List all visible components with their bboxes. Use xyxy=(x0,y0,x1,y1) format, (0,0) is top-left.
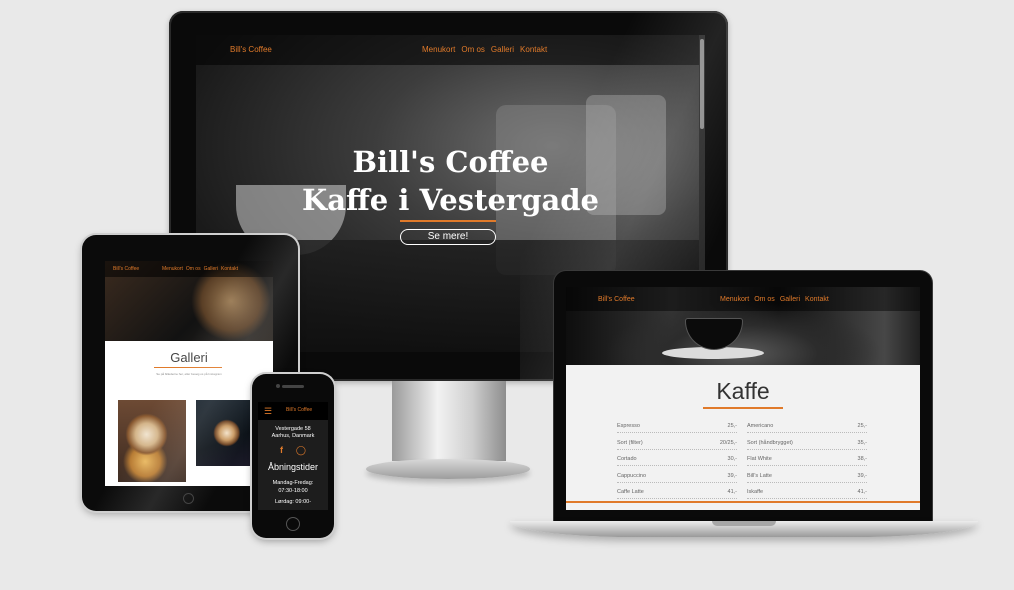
laptop-notch xyxy=(712,521,776,526)
nav-om-os[interactable]: Om os xyxy=(461,45,485,54)
gallery-heading: Galleri xyxy=(170,350,208,365)
menu-item-name: Iskaffe xyxy=(747,489,764,495)
hero-underline xyxy=(400,220,496,222)
hero-title-line2: Kaffe i Vestergade xyxy=(302,183,599,217)
nav-kontakt[interactable]: Kontakt xyxy=(520,45,547,54)
gallery-image-latte[interactable] xyxy=(196,400,252,466)
menu-right-column: Americano 25,- Sort (håndbrygget) 35,- Fla… xyxy=(747,420,867,499)
laptop-nav-menukort[interactable]: Menukort xyxy=(720,296,749,303)
phone-social-links: f ◯ xyxy=(280,445,306,456)
menu-item: Sort (filter) 20/25,- xyxy=(617,437,737,450)
menu-item: Flat White 38,- xyxy=(747,453,867,466)
tablet-nav-galleri[interactable]: Galleri xyxy=(204,266,218,272)
menu-item: Bill's Latte 39,- xyxy=(747,470,867,483)
menu-item: Cappuccino 39,- xyxy=(617,470,737,483)
tablet-home-button xyxy=(183,493,194,504)
tablet-nav-kontakt[interactable]: Kontakt xyxy=(221,266,238,272)
menu-item-price: 20/25,- xyxy=(719,439,737,446)
phone-brand-link[interactable]: Bill's Coffee xyxy=(286,407,312,413)
tablet-screen: Bill's Coffee Menukort Om os Galleri Kon… xyxy=(105,261,273,486)
se-mere-button[interactable]: Se mere! xyxy=(400,229,496,245)
phone-opening-hours-heading: Åbningstider xyxy=(267,462,319,472)
tablet-brand-link[interactable]: Bill's Coffee xyxy=(113,266,139,272)
menu-item: Sort (håndbrygget) 35,- xyxy=(747,437,867,450)
menu-item-name: Sort (håndbrygget) xyxy=(747,439,793,446)
tablet-nav-menukort[interactable]: Menukort xyxy=(162,266,183,272)
gallery-subtitle: Se på billederne her, eller besøg os på … xyxy=(156,372,222,376)
laptop-screen: Bill's Coffee Menukort Om os Galleri Kon… xyxy=(566,287,920,510)
menu-item-price: 39,- xyxy=(857,472,867,479)
menu-item: Cortado 30,- xyxy=(617,453,737,466)
menu-item-name: Bill's Latte xyxy=(747,472,772,479)
menu-item: Iskaffe 41,- xyxy=(747,486,867,499)
menu-item-name: Americano xyxy=(747,423,774,429)
menu-item-price: 41,- xyxy=(727,489,737,495)
desktop-brand-link[interactable]: Bill's Coffee xyxy=(230,45,272,54)
menu-left-column: Espresso 25,- Sort (filter) 20/25,- Cortad… xyxy=(617,420,737,499)
laptop-nav-om-os[interactable]: Om os xyxy=(754,296,775,303)
hero-title-line1: Bill's Coffee xyxy=(352,145,549,179)
phone-hours-line2: 07:30-18:00 xyxy=(278,488,308,494)
phone-address-line1: Vestergade 58 xyxy=(275,426,311,432)
facebook-icon[interactable]: f xyxy=(280,445,283,456)
menu-section-heading: Kaffe xyxy=(716,378,770,404)
menu-item-price: 25,- xyxy=(727,423,737,429)
menu-item-name: Cappuccino xyxy=(617,472,647,479)
hamburger-menu-icon[interactable]: ☰ xyxy=(264,406,274,416)
menu-item-price: 30,- xyxy=(727,456,737,462)
phone-home-button xyxy=(286,517,300,531)
monitor-stand-base xyxy=(366,459,530,479)
menu-item: Espresso 25,- xyxy=(617,420,737,433)
laptop-menu: Menukort Om os Galleri Kontakt xyxy=(720,296,829,303)
phone-screen: ☰ Bill's Coffee Vestergade 58 Aarhus, Da… xyxy=(258,402,328,510)
tablet-nav-om-os[interactable]: Om os xyxy=(186,266,201,272)
phone-hours-line1: Mandag-Fredag: xyxy=(272,480,314,486)
menu-item-price: 25,- xyxy=(857,423,867,429)
menu-item-name: Flat White xyxy=(747,456,772,462)
menu-item: Caffe Latte 41,- xyxy=(617,486,737,499)
monitor-stand-neck xyxy=(392,381,506,461)
laptop-nav-kontakt[interactable]: Kontakt xyxy=(805,296,829,303)
phone-hours-line3: Lørdag: 09:00- xyxy=(274,499,312,505)
nav-menukort[interactable]: Menukort xyxy=(422,45,455,54)
nav-galleri[interactable]: Galleri xyxy=(491,45,514,54)
laptop-brand-link[interactable]: Bill's Coffee xyxy=(598,296,635,303)
gallery-image-croissant[interactable] xyxy=(118,400,186,482)
menu-item-price: 41,- xyxy=(857,489,867,495)
hero-title: Bill's Coffee Kaffe i Vestergade xyxy=(196,143,705,219)
phone-speaker xyxy=(282,385,304,388)
laptop-nav-galleri[interactable]: Galleri xyxy=(780,296,800,303)
phone-address-line2: Aarhus, Danmark xyxy=(271,433,315,439)
instagram-icon[interactable]: ◯ xyxy=(296,445,306,456)
menu-item: Americano 25,- xyxy=(747,420,867,433)
phone-camera xyxy=(276,384,280,388)
menu-item-name: Espresso xyxy=(617,423,640,429)
menu-item-price: 35,- xyxy=(857,439,867,446)
menu-heading-underline xyxy=(703,407,783,409)
menu-item-price: 38,- xyxy=(857,456,867,462)
menu-item-name: Caffe Latte xyxy=(617,489,644,495)
desktop-menu: Menukort Om os Galleri Kontakt xyxy=(422,45,547,54)
menu-item-price: 39,- xyxy=(727,472,737,479)
gallery-heading-underline xyxy=(154,367,222,368)
menu-item-name: Cortado xyxy=(617,456,637,462)
laptop-section-divider xyxy=(566,501,920,503)
tablet-menu: Menukort Om os Galleri Kontakt xyxy=(162,266,238,272)
desktop-scrollbar-thumb[interactable] xyxy=(700,39,704,129)
menu-item-name: Sort (filter) xyxy=(617,439,643,446)
